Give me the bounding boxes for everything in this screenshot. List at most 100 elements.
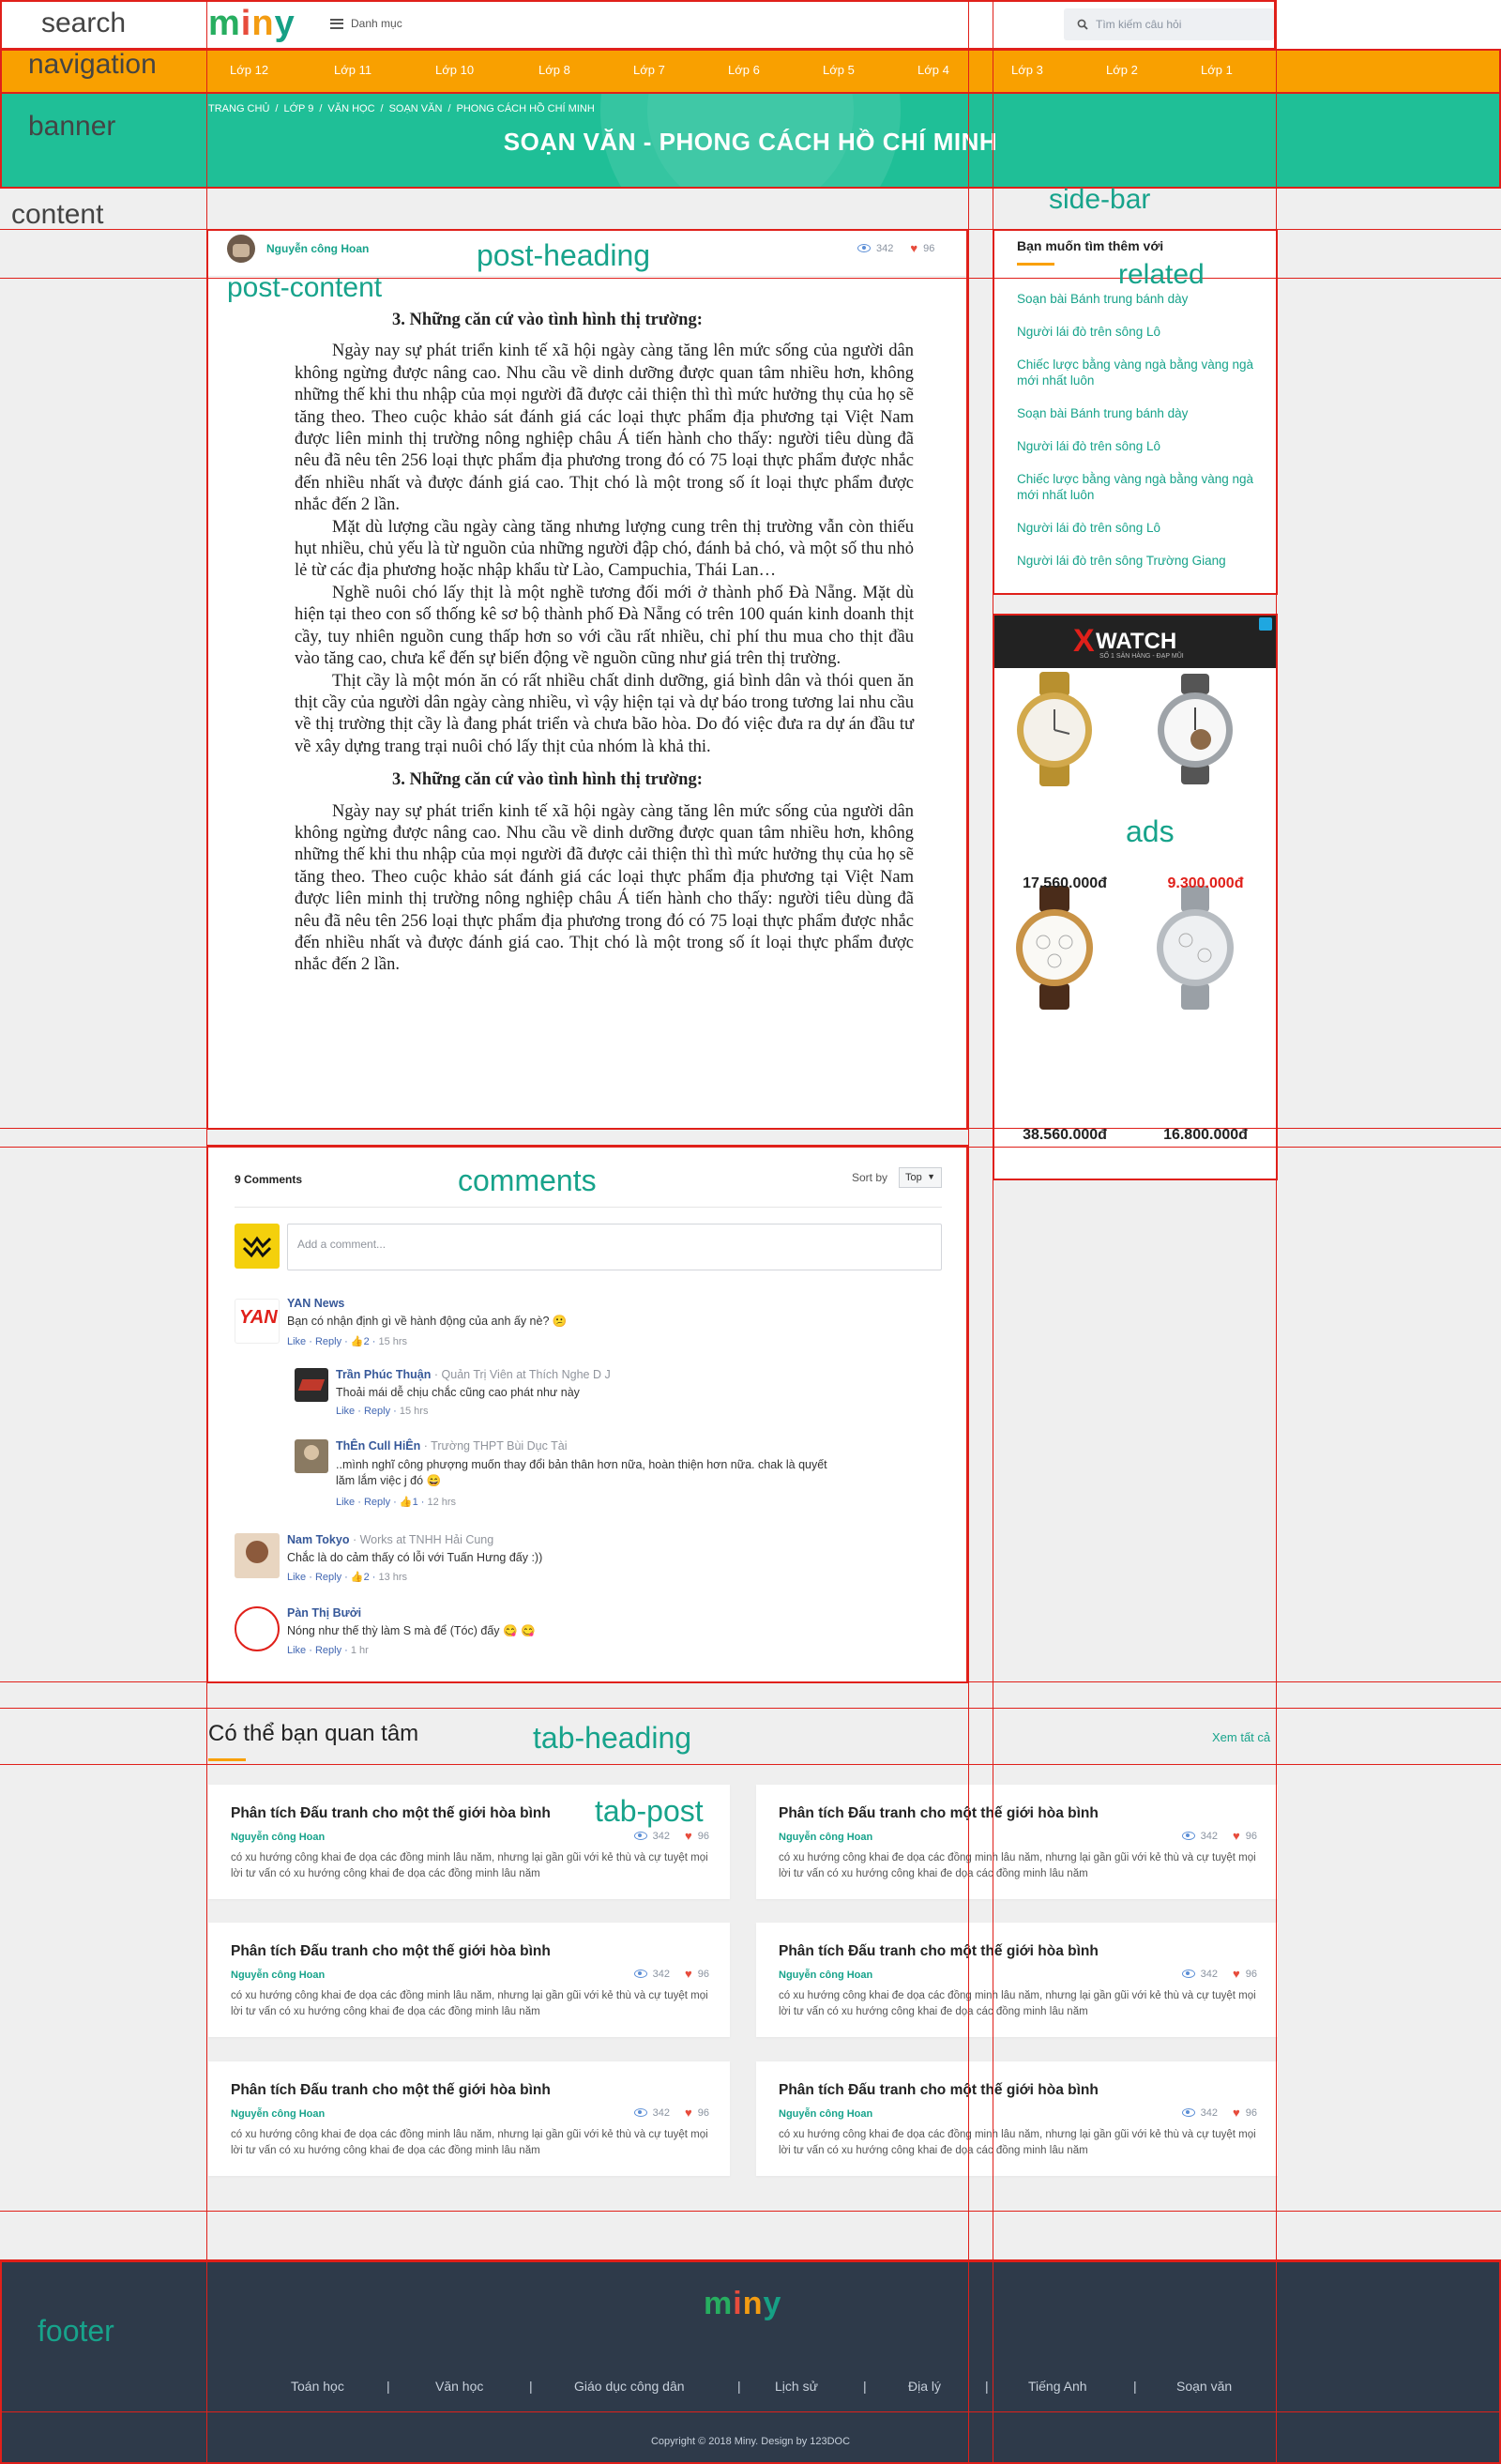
- heart-icon[interactable]: ♥: [910, 242, 917, 254]
- comment-time[interactable]: 13 hrs: [378, 1572, 407, 1583]
- reply-link[interactable]: Reply: [315, 1336, 341, 1347]
- like-link[interactable]: Like: [287, 1645, 306, 1656]
- ad-panel[interactable]: X WATCH SỐ 1 SẢN HÀNG - ĐẠP MŨI 17.560.0…: [994, 616, 1276, 1179]
- nav-item-lop-10[interactable]: Lớp 10: [435, 49, 474, 92]
- footer-logo[interactable]: miny: [704, 2286, 781, 2322]
- nav-item-lop-3[interactable]: Lớp 3: [1011, 49, 1043, 92]
- card-title[interactable]: Phân tích Đấu tranh cho một thế giới hòa…: [231, 1805, 551, 1822]
- post-card[interactable]: Phân tích Đấu tranh cho một thế giới hòa…: [208, 2061, 730, 2176]
- footer-link-toan-hoc[interactable]: Toán học: [291, 2379, 344, 2394]
- related-link[interactable]: Chiếc lược bằng vàng ngà bằng vàng ngà m…: [1017, 357, 1263, 388]
- comment-time[interactable]: 12 hrs: [427, 1497, 456, 1508]
- like-link[interactable]: Like: [336, 1406, 355, 1417]
- related-link[interactable]: Người lái đò trên sông Trường Giang: [1017, 553, 1263, 569]
- reply-link[interactable]: Reply: [364, 1406, 390, 1417]
- post-card[interactable]: Phân tích Đấu tranh cho một thế giới hòa…: [756, 1785, 1278, 1899]
- card-title[interactable]: Phân tích Đấu tranh cho một thế giới hòa…: [779, 1943, 1099, 1960]
- reply-link[interactable]: Reply: [364, 1497, 390, 1508]
- footer-link-van-hoc[interactable]: Văn học: [435, 2379, 483, 2394]
- author-name[interactable]: Nguyễn công Hoan: [266, 242, 369, 255]
- search-placeholder: Tìm kiếm câu hỏi: [1096, 18, 1182, 31]
- related-link[interactable]: Người lái đò trên sông Lô: [1017, 438, 1263, 454]
- footer-separator: |: [985, 2379, 989, 2394]
- card-title[interactable]: Phân tích Đấu tranh cho một thế giới hòa…: [231, 2082, 551, 2099]
- like-link[interactable]: Like: [287, 1572, 306, 1583]
- footer-link-dia-ly[interactable]: Địa lý: [908, 2379, 941, 2394]
- nav-item-lop-4[interactable]: Lớp 4: [917, 49, 949, 92]
- footer-link-tieng-anh[interactable]: Tiếng Anh: [1028, 2379, 1087, 2394]
- commenter-avatar[interactable]: YAN: [235, 1299, 280, 1344]
- post-card[interactable]: Phân tích Đấu tranh cho một thế giới hòa…: [756, 1923, 1278, 2037]
- commenter-avatar[interactable]: [295, 1439, 328, 1473]
- thumbs-up-icon: 👍: [350, 1572, 364, 1583]
- ad-choices-icon[interactable]: [1259, 617, 1272, 631]
- thumbs-up-icon: 👍: [350, 1336, 364, 1347]
- card-title[interactable]: Phân tích Đấu tranh cho một thế giới hòa…: [779, 2082, 1099, 2099]
- reply-link[interactable]: Reply: [315, 1572, 341, 1583]
- like-link[interactable]: Like: [336, 1497, 355, 1508]
- related-link[interactable]: Người lái đò trên sông Lô: [1017, 520, 1263, 536]
- card-title[interactable]: Phân tích Đấu tranh cho một thế giới hòa…: [231, 1943, 551, 1960]
- card-author[interactable]: Nguyễn công Hoan: [231, 1832, 325, 1843]
- related-list: Soạn bài Bánh trung bánh dày Người lái đ…: [1017, 291, 1263, 569]
- card-views: 342: [652, 2107, 671, 2119]
- nav-item-lop-5[interactable]: Lớp 5: [823, 49, 855, 92]
- comment-text: Nóng như thế thỳ làm S mà để (Tóc) đấy 😋…: [287, 1624, 536, 1637]
- nav-item-lop-2[interactable]: Lớp 2: [1106, 49, 1138, 92]
- card-views: 342: [1200, 2107, 1219, 2119]
- breadcrumb-van-hoc[interactable]: VĂN HỌC: [327, 103, 374, 114]
- card-author[interactable]: Nguyễn công Hoan: [231, 2108, 325, 2120]
- related-title: Bạn muốn tìm thêm với: [1017, 238, 1164, 253]
- breadcrumb-soan-van[interactable]: SOẠN VĂN: [389, 103, 443, 114]
- comment-like-count: 2: [363, 1336, 370, 1347]
- commenter-name[interactable]: Trần Phúc Thuận: [336, 1368, 431, 1381]
- related-link[interactable]: Soạn bài Bánh trung bánh dày: [1017, 405, 1263, 421]
- comment-time[interactable]: 15 hrs: [400, 1406, 429, 1417]
- related-link[interactable]: Soạn bài Bánh trung bánh dày: [1017, 291, 1263, 307]
- breadcrumb-home[interactable]: TRANG CHỦ: [208, 103, 269, 114]
- like-link[interactable]: Like: [287, 1336, 306, 1347]
- see-all-link[interactable]: Xem tất cả: [1212, 1730, 1270, 1744]
- comment-input[interactable]: Add a comment...: [287, 1224, 942, 1270]
- commenter-avatar[interactable]: [295, 1368, 328, 1402]
- commenter-avatar[interactable]: [235, 1533, 280, 1578]
- nav-item-lop-7[interactable]: Lớp 7: [633, 49, 665, 92]
- footer-link-lich-su[interactable]: Lịch sử: [775, 2379, 818, 2394]
- post-card[interactable]: Phân tích Đấu tranh cho một thế giới hòa…: [756, 2061, 1278, 2176]
- copyright: Copyright © 2018 Miny. Design by 123DOC: [650, 2436, 851, 2447]
- related-link[interactable]: Chiếc lược bằng vàng ngà bằng vàng ngà m…: [1017, 471, 1263, 503]
- reply-link[interactable]: Reply: [315, 1645, 341, 1656]
- search-input[interactable]: Tìm kiếm câu hỏi: [1064, 8, 1274, 40]
- zone-label-comments: comments: [458, 1164, 597, 1197]
- comment-time[interactable]: 1 hr: [351, 1645, 369, 1656]
- commenter-name[interactable]: YAN News: [287, 1297, 344, 1310]
- card-title[interactable]: Phân tích Đấu tranh cho một thế giới hòa…: [779, 1805, 1099, 1822]
- comment: YAN News Bạn có nhận định gì về hành độn…: [287, 1297, 934, 1347]
- watch-leather-chrono-icon: [1016, 886, 1093, 1010]
- nav-item-lop-1[interactable]: Lớp 1: [1201, 49, 1233, 92]
- grade-navigation: Lớp 12 Lớp 11 Lớp 10 Lớp 8 Lớp 7 Lớp 6 L…: [0, 49, 1501, 92]
- sort-dropdown[interactable]: Top ▼: [899, 1167, 942, 1188]
- breadcrumb-lop-9[interactable]: LỚP 9: [283, 103, 313, 114]
- card-author[interactable]: Nguyễn công Hoan: [779, 2108, 872, 2120]
- nav-item-lop-6[interactable]: Lớp 6: [728, 49, 760, 92]
- author-avatar[interactable]: [227, 235, 255, 263]
- card-author[interactable]: Nguyễn công Hoan: [779, 1970, 872, 1981]
- card-author[interactable]: Nguyễn công Hoan: [779, 1832, 872, 1843]
- related-link[interactable]: Người lái đò trên sông Lô: [1017, 324, 1263, 340]
- category-menu-button[interactable]: Danh mục: [330, 17, 402, 30]
- comment-time[interactable]: 15 hrs: [378, 1336, 407, 1347]
- commenter-name[interactable]: Nam Tokyo: [287, 1533, 349, 1546]
- commenter-name[interactable]: Pàn Thị Bưởi: [287, 1606, 361, 1620]
- post-card[interactable]: Phân tích Đấu tranh cho một thế giới hòa…: [208, 1923, 730, 2037]
- card-excerpt: có xu hướng công khai đe dọa các đồng mi…: [231, 2129, 708, 2156]
- nav-item-lop-8[interactable]: Lớp 8: [538, 49, 570, 92]
- nav-item-lop-11[interactable]: Lớp 11: [334, 49, 371, 92]
- footer-link-gdcd[interactable]: Giáo dục công dân: [574, 2379, 685, 2394]
- site-logo[interactable]: miny: [208, 4, 296, 44]
- card-author[interactable]: Nguyễn công Hoan: [231, 1970, 325, 1981]
- commenter-name[interactable]: ThÊn Cull HiÊn: [336, 1439, 420, 1453]
- commenter-avatar[interactable]: [235, 1606, 280, 1651]
- footer-link-soan-van[interactable]: Soạn văn: [1176, 2379, 1232, 2394]
- nav-item-lop-12[interactable]: Lớp 12: [230, 49, 268, 92]
